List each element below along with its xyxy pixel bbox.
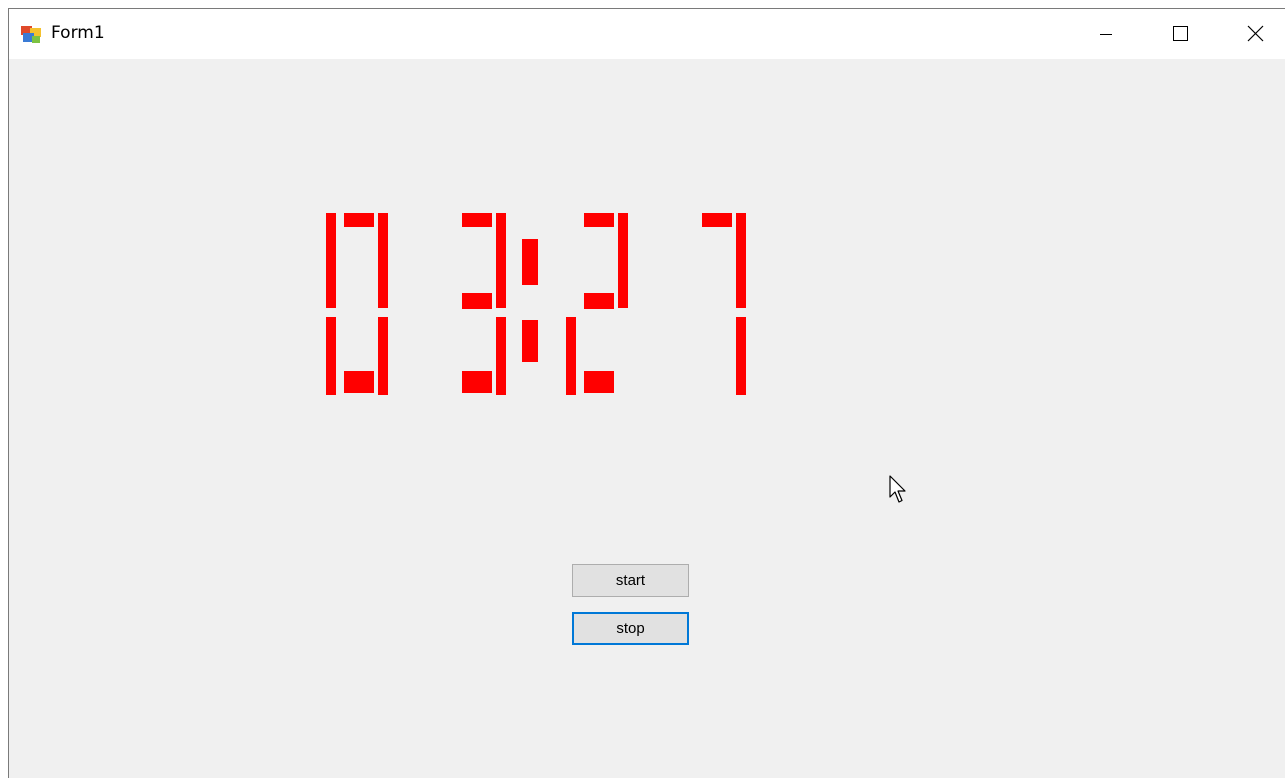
segment-c [736,317,746,395]
window-title: Form1 [51,23,105,43]
close-icon [1247,25,1264,42]
segment-a [462,213,492,227]
segment-c [378,317,388,395]
segment-a [702,213,732,227]
segment-b [618,213,628,308]
segment-c [496,317,506,395]
clock-digit-1 [326,213,388,395]
segment-b [378,213,388,308]
form1-window: Form1 start stop [8,8,1285,778]
segment-d [462,371,492,393]
clock-digit-4 [702,213,746,395]
colon-bottom [522,320,538,362]
title-bar[interactable]: Form1 [9,9,1285,59]
maximize-icon [1173,26,1188,41]
clock-colon [522,239,538,362]
segment-e [566,317,576,395]
segment-d [344,371,374,393]
segment-b [736,213,746,308]
app-window-icon [21,26,41,44]
form-client-area: start stop [9,59,1285,778]
segment-f [326,213,336,308]
segment-d [584,371,614,393]
minimize-icon [1100,34,1112,35]
segment-e [326,317,336,395]
mouse-pointer-icon [889,475,911,509]
segment-g [462,293,492,309]
start-button[interactable]: start [572,564,689,597]
clock-digit-2 [462,213,506,395]
close-button[interactable] [1220,9,1285,59]
segment-g [584,293,614,309]
seven-segment-clock [326,213,746,395]
minimize-button[interactable] [1072,9,1138,59]
clock-digit-3 [566,213,628,395]
segment-b [496,213,506,308]
colon-top [522,239,538,285]
stop-button[interactable]: stop [572,612,689,645]
maximize-button[interactable] [1146,9,1212,59]
segment-a [344,213,374,227]
segment-a [584,213,614,227]
